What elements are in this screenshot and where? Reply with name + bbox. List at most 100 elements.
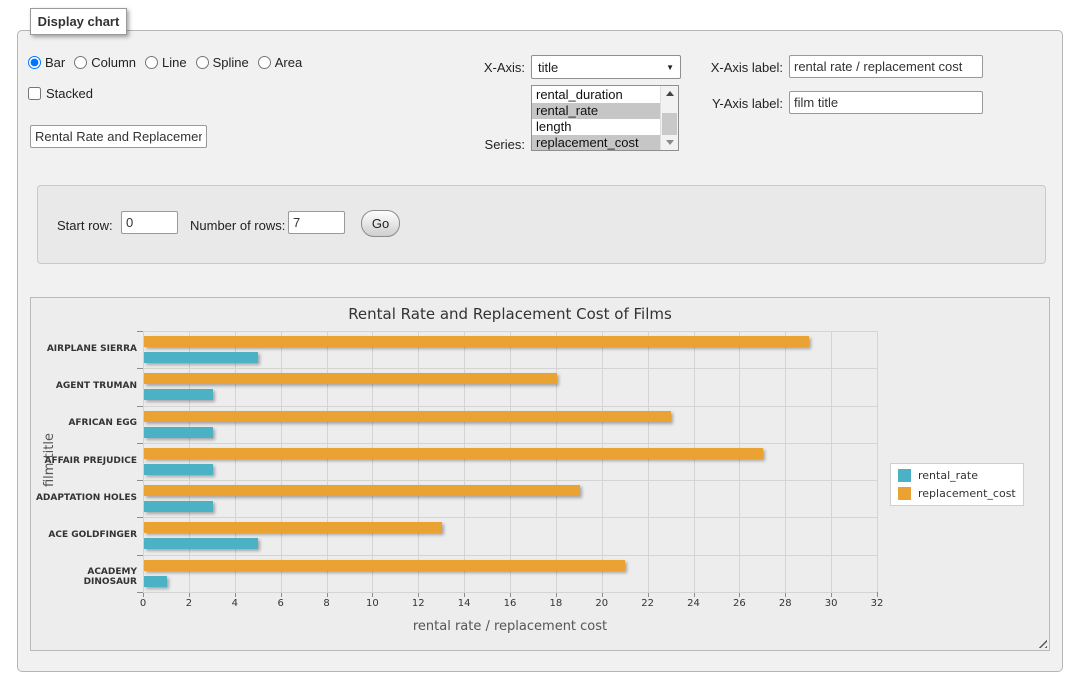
stacked-option[interactable]: Stacked xyxy=(28,86,93,101)
chart-type-option-line[interactable]: Line xyxy=(145,55,187,70)
go-button[interactable]: Go xyxy=(361,210,400,237)
x-gridline xyxy=(418,331,419,592)
y-gridline xyxy=(143,406,877,407)
y-tick-mark xyxy=(137,555,143,556)
number-of-rows-input[interactable] xyxy=(288,211,345,234)
scroll-down-icon xyxy=(666,140,674,145)
x-axis-select-value: title xyxy=(538,60,666,75)
chart-title-input[interactable] xyxy=(30,125,207,148)
series-scrollbar[interactable] xyxy=(660,86,678,150)
page: Display chart BarColumnLineSplineArea St… xyxy=(0,0,1081,681)
chart-type-option-area[interactable]: Area xyxy=(258,55,302,70)
chart-type-radio-line[interactable] xyxy=(145,56,158,69)
legend-label: replacement_cost xyxy=(918,487,1016,500)
bar-replacement_cost-1 xyxy=(144,373,557,384)
legend-item-rental_rate[interactable]: rental_rate xyxy=(898,469,1016,482)
x-tick-label: 12 xyxy=(400,598,436,609)
series-option-rental_duration[interactable]: rental_duration xyxy=(532,87,660,103)
y-axis-label-field-label: Y-Axis label: xyxy=(678,96,783,111)
bar-rental_rate-6 xyxy=(144,576,167,587)
chevron-down-icon: ▼ xyxy=(666,63,674,72)
y-tick-mark xyxy=(137,406,143,407)
scroll-up-button[interactable] xyxy=(661,86,678,101)
chart-legend: rental_rate replacement_cost xyxy=(890,463,1024,506)
chart-title: Rental Rate and Replacement Cost of Film… xyxy=(143,305,877,323)
y-tick-mark xyxy=(137,443,143,444)
x-tick-label: 4 xyxy=(217,598,253,609)
bar-replacement_cost-0 xyxy=(144,336,809,347)
x-tick-label: 8 xyxy=(309,598,345,609)
stacked-label: Stacked xyxy=(46,86,93,101)
series-listbox: rental_durationrental_ratelengthreplacem… xyxy=(531,85,679,151)
y-gridline xyxy=(143,480,877,481)
x-tick-label: 24 xyxy=(676,598,712,609)
x-tick-label: 22 xyxy=(630,598,666,609)
y-tick-mark xyxy=(137,368,143,369)
chart-type-radios: Bar Column Line Spline Area xyxy=(28,53,302,71)
series-options: rental_durationrental_ratelengthreplacem… xyxy=(532,86,660,150)
stacked-checkbox[interactable] xyxy=(28,87,41,100)
start-row-input[interactable] xyxy=(121,211,178,234)
y-category-label: ACADEMY DINOSAUR xyxy=(31,567,137,587)
x-axis-label-input[interactable] xyxy=(789,55,983,78)
x-gridline xyxy=(143,331,144,592)
x-tick-label: 28 xyxy=(767,598,803,609)
y-tick-mark xyxy=(137,480,143,481)
chart-type-radio-area[interactable] xyxy=(258,56,271,69)
chart-type-radio-spline[interactable] xyxy=(196,56,209,69)
chart-type-radio-bar[interactable] xyxy=(28,56,41,69)
scroll-down-button[interactable] xyxy=(661,135,678,150)
x-axis-select[interactable]: title ▼ xyxy=(531,55,681,79)
x-tick-mark xyxy=(877,592,878,597)
chart-type-label: Column xyxy=(91,55,136,70)
x-gridline xyxy=(694,331,695,592)
chart-type-option-column[interactable]: Column xyxy=(74,55,136,70)
y-gridline xyxy=(143,331,877,332)
bar-replacement_cost-2 xyxy=(144,411,671,422)
x-gridline xyxy=(877,331,878,592)
legend-item-replacement_cost[interactable]: replacement_cost xyxy=(898,487,1016,500)
y-axis-label-input[interactable] xyxy=(789,91,983,114)
bar-rental_rate-5 xyxy=(144,538,258,549)
x-gridline xyxy=(281,331,282,592)
x-axis-title: rental rate / replacement cost xyxy=(143,619,877,634)
row-range-panel xyxy=(37,185,1046,264)
chart-type-label: Area xyxy=(275,55,302,70)
x-gridline xyxy=(785,331,786,592)
x-gridline xyxy=(648,331,649,592)
chart-type-option-bar[interactable]: Bar xyxy=(28,55,65,70)
y-tick-mark xyxy=(137,331,143,332)
bar-rental_rate-2 xyxy=(144,427,213,438)
y-gridline xyxy=(143,368,877,369)
chart-type-radio-column[interactable] xyxy=(74,56,87,69)
y-gridline xyxy=(143,517,877,518)
x-tick-label: 16 xyxy=(492,598,528,609)
x-gridline xyxy=(602,331,603,592)
x-tick-label: 26 xyxy=(721,598,757,609)
y-tick-mark xyxy=(137,517,143,518)
scrollbar-thumb[interactable] xyxy=(662,113,677,135)
chart-container: Rental Rate and Replacement Cost of Film… xyxy=(30,297,1050,651)
y-axis-title: film title xyxy=(42,360,60,560)
y-category-label: AIRPLANE SIERRA xyxy=(31,344,137,354)
y-gridline xyxy=(143,592,877,593)
series-option-rental_rate[interactable]: rental_rate xyxy=(532,103,660,119)
x-gridline xyxy=(327,331,328,592)
y-gridline xyxy=(143,443,877,444)
bar-rental_rate-3 xyxy=(144,464,213,475)
chart-type-option-spline[interactable]: Spline xyxy=(196,55,249,70)
x-tick-label: 14 xyxy=(446,598,482,609)
start-row-label: Start row: xyxy=(57,218,113,233)
x-tick-label: 18 xyxy=(538,598,574,609)
bar-replacement_cost-6 xyxy=(144,560,625,571)
x-gridline xyxy=(510,331,511,592)
chart-type-label: Spline xyxy=(213,55,249,70)
series-option-length[interactable]: length xyxy=(532,119,660,135)
series-field-label: Series: xyxy=(425,137,525,152)
series-option-replacement_cost[interactable]: replacement_cost xyxy=(532,135,660,150)
bar-replacement_cost-3 xyxy=(144,448,763,459)
resize-handle-icon[interactable] xyxy=(1035,636,1047,648)
x-gridline xyxy=(464,331,465,592)
y-tick-mark xyxy=(137,592,143,593)
number-of-rows-label: Number of rows: xyxy=(190,218,285,233)
